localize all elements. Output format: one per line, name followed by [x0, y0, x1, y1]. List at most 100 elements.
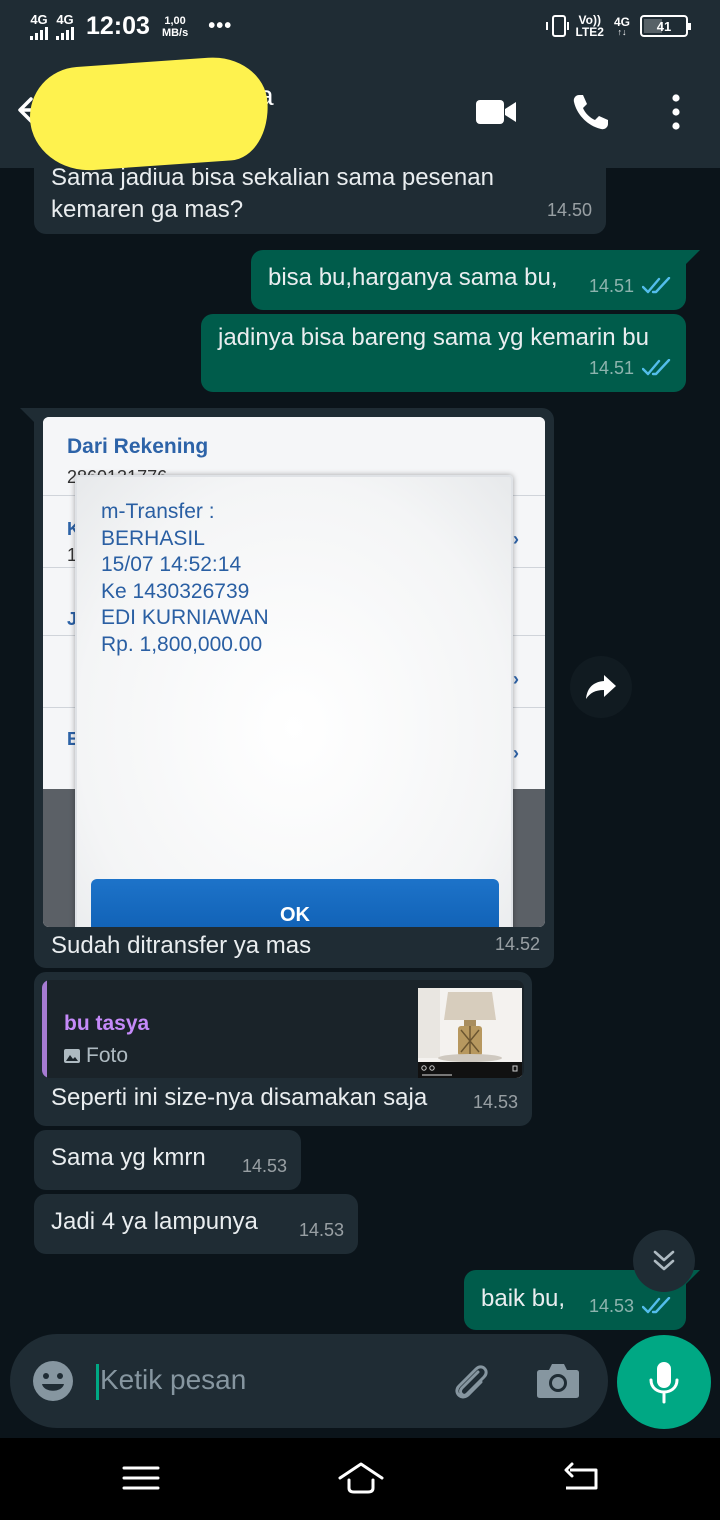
- outgoing-message[interactable]: bisa bu,harganya sama bu, 14.51: [251, 250, 700, 310]
- incoming-message[interactable]: Sama yg kmrn 14.53: [34, 1130, 301, 1190]
- emoji-icon[interactable]: [32, 1360, 74, 1402]
- back-nav-icon[interactable]: [560, 1458, 602, 1498]
- notification-overflow: •••: [208, 15, 233, 37]
- voice-call-icon[interactable]: [570, 92, 614, 132]
- message-time-text: 14.53: [588, 1296, 634, 1316]
- message-time: 14.53: [473, 1086, 518, 1118]
- message-time: 14.51: [589, 352, 672, 384]
- read-double-check-icon: [642, 277, 671, 294]
- message-text: bisa bu,harganya sama bu,: [268, 264, 558, 291]
- message-time-text: 14.52: [494, 934, 540, 954]
- dialog-text: m-Transfer : BERHASIL 15/07 14:52:14 Ke …: [101, 499, 269, 658]
- dialog-line: EDI KURNIAWAN: [101, 606, 269, 629]
- message-text: jadinya bisa bareng sama yg kemarin bu: [218, 324, 649, 351]
- home-icon[interactable]: [336, 1458, 386, 1498]
- volte-bottom: LTE2: [575, 25, 604, 39]
- quote-type-label: Foto: [86, 1044, 129, 1067]
- message-time-text: 14.53: [241, 1156, 287, 1176]
- sim2-label: 4G: [56, 12, 74, 27]
- incoming-image-message[interactable]: Dari Rekening 2860131776 K 1 › J › E › m…: [20, 408, 554, 968]
- chevron-right-icon: ›: [513, 529, 519, 549]
- dialog-line: Rp. 1,800,000.00: [101, 632, 263, 656]
- message-time: 14.51: [589, 270, 672, 302]
- sim1-label: 4G: [30, 12, 48, 27]
- message-text: Seperti ini size-nya disamakan saja: [51, 1084, 428, 1111]
- quoted-message[interactable]: bu tasya Foto: [42, 980, 524, 1078]
- image-caption: Sudah ditransfer ya mas: [51, 932, 312, 959]
- transfer-dialog: m-Transfer : BERHASIL 15/07 14:52:14 Ke …: [75, 475, 513, 927]
- network-label: 4G: [613, 14, 630, 29]
- forward-arrow-icon: [586, 675, 616, 699]
- message-text: Jadi 4 ya lampunya: [51, 1208, 258, 1235]
- vibrate-icon: [545, 15, 569, 37]
- message-time-text: 14.51: [588, 358, 634, 378]
- dialog-line: 15/07 14:52:14: [101, 553, 242, 576]
- speed-unit: MB/s: [161, 26, 189, 39]
- chevron-right-icon: ›: [513, 743, 519, 763]
- outgoing-message[interactable]: jadinya bisa bareng sama yg kemarin bu 1…: [201, 314, 686, 392]
- network-speed: 1,00 MB/s: [162, 15, 188, 39]
- message-time: 14.50: [547, 194, 592, 226]
- quote-thumbnail-image: [418, 988, 522, 1078]
- scroll-to-bottom-button[interactable]: [633, 1230, 695, 1292]
- quote-author: bu tasya: [64, 1012, 150, 1035]
- sim2-signal: 4G: [56, 13, 74, 40]
- image-bg-title: Dari Rekening: [67, 435, 209, 458]
- message-time-text: 14.51: [588, 276, 634, 296]
- chat-header: a: [0, 53, 720, 175]
- status-right: Vo)) LTE2 4G ↑↓ 41: [545, 14, 691, 38]
- lamp-photo: [418, 988, 522, 1078]
- message-text: Sama yg kmrn: [51, 1144, 206, 1171]
- forward-button[interactable]: [570, 656, 632, 718]
- attachment-paperclip-icon[interactable]: [448, 1358, 494, 1404]
- camera-icon[interactable]: [536, 1360, 580, 1400]
- bubble-tail: [686, 250, 700, 264]
- photo-icon: [64, 1049, 80, 1063]
- video-call-icon[interactable]: [474, 92, 518, 132]
- battery-level: 41: [656, 18, 672, 34]
- double-chevron-down-icon: [653, 1250, 675, 1271]
- message-time-text: 14.50: [546, 200, 592, 220]
- message-time: 14.53: [299, 1214, 344, 1246]
- message-time-text: 14.53: [472, 1092, 518, 1112]
- quote-type: Foto: [64, 1040, 128, 1072]
- message-text: baik bu,: [481, 1285, 566, 1312]
- chevron-right-icon: ›: [513, 669, 519, 689]
- voice-record-button[interactable]: [617, 1335, 711, 1429]
- dialog-ok-button: OK: [91, 879, 499, 927]
- message-time-text: 14.53: [298, 1220, 344, 1240]
- status-left: 4G 4G 12:03 1,00 MB/s •••: [30, 12, 232, 41]
- read-double-check-icon: [642, 1297, 671, 1314]
- sim1-signal: 4G: [30, 13, 48, 40]
- dialog-line: Ke 1430326739: [101, 579, 250, 603]
- transfer-screenshot-image[interactable]: Dari Rekening 2860131776 K 1 › J › E › m…: [43, 417, 545, 927]
- message-input[interactable]: [100, 1360, 430, 1400]
- recent-apps-menu-icon[interactable]: [120, 1458, 162, 1498]
- microphone-icon: [649, 1362, 679, 1404]
- signal-bars-icon: [56, 26, 74, 40]
- text-caret: [96, 1364, 99, 1400]
- dialog-line: BERHASIL: [101, 526, 205, 550]
- incoming-reply-message[interactable]: bu tasya Foto Seperti ini size-nya disam…: [34, 972, 532, 1126]
- incoming-message[interactable]: Jadi 4 ya lampunya 14.53: [34, 1194, 358, 1254]
- signal-bars-icon: [30, 26, 48, 40]
- bubble-tail: [20, 408, 34, 422]
- message-time: 14.53: [242, 1150, 287, 1182]
- battery-icon: 41: [640, 15, 691, 37]
- more-vertical-icon[interactable]: [656, 92, 696, 132]
- system-navigation-bar: [0, 1438, 720, 1520]
- message-time: 14.53: [589, 1290, 672, 1322]
- message-time: 14.52: [495, 928, 540, 960]
- status-bar: 4G 4G 12:03 1,00 MB/s ••• Vo)) LTE2 4G ↑…: [0, 0, 720, 56]
- network-type: 4G ↑↓: [614, 16, 630, 37]
- message-text: Sama jadiua bisa sekalian sama pesenan k…: [51, 164, 494, 223]
- quote-bar: [42, 980, 47, 1078]
- message-composer: [10, 1334, 608, 1428]
- chat-screen: 4G 4G 12:03 1,00 MB/s ••• Vo)) LTE2 4G ↑…: [0, 0, 720, 1520]
- read-double-check-icon: [642, 359, 671, 376]
- clock: 12:03: [86, 12, 150, 40]
- redaction-mark: [26, 53, 272, 175]
- volte-indicator: Vo)) LTE2: [576, 14, 604, 38]
- speed-value: 1,00: [164, 14, 186, 27]
- network-arrows: ↑↓: [617, 26, 627, 37]
